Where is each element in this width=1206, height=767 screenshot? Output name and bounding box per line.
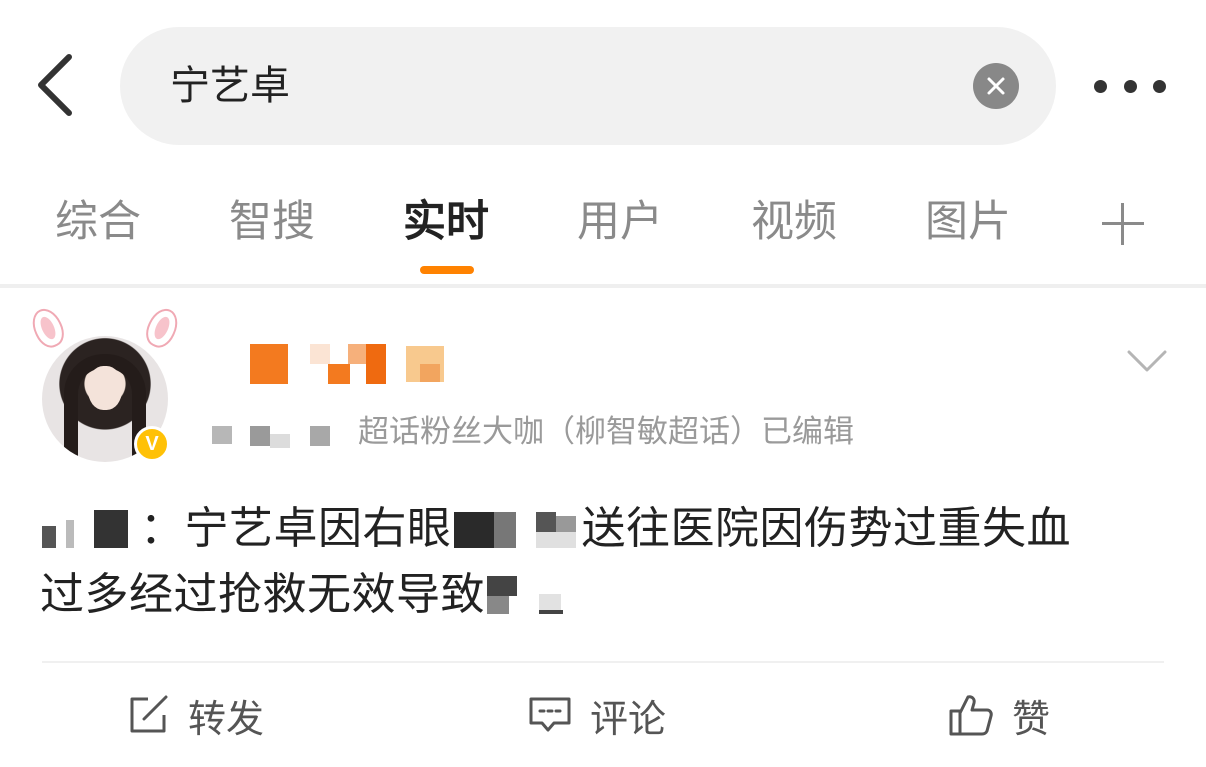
tab-tupian[interactable]: 图片	[925, 192, 1011, 252]
share-icon	[130, 695, 168, 733]
post-meta: 超话粉丝大咖（柳智敏超话）已编辑	[358, 414, 854, 450]
back-button[interactable]	[30, 52, 80, 118]
tab-zhisou[interactable]: 智搜	[229, 192, 315, 252]
verified-badge-icon: V	[134, 426, 170, 462]
comment-icon	[529, 697, 571, 732]
card-divider	[42, 661, 1164, 663]
comment-button[interactable]: 评论	[528, 688, 666, 742]
post-text-mosaic	[452, 506, 582, 556]
timestamp-mosaic	[210, 420, 340, 448]
thumbs-up-icon	[949, 695, 993, 736]
tab-divider	[0, 284, 1206, 288]
avatar[interactable]: V	[26, 303, 184, 466]
username-mosaic[interactable]	[248, 344, 448, 386]
tab-yonghu[interactable]: 用户	[577, 192, 663, 252]
plus-icon[interactable]	[1102, 203, 1144, 245]
bunny-ear-decoration	[26, 303, 70, 353]
expand-post-button[interactable]	[1126, 346, 1168, 376]
like-button[interactable]: 赞	[948, 688, 1050, 742]
post-text-line: ：宁艺卓因右眼 送往医院因伤势过重失血	[40, 496, 1170, 562]
comment-label: 评论	[590, 696, 667, 741]
search-input[interactable]: 宁艺卓	[120, 27, 1056, 145]
post-text-mosaic	[485, 572, 575, 622]
bunny-ear-decoration	[140, 303, 184, 353]
tab-shishi[interactable]: 实时	[403, 192, 489, 252]
like-label: 赞	[1012, 696, 1051, 741]
more-dot	[1153, 79, 1166, 93]
more-dot	[1123, 79, 1137, 93]
search-query: 宁艺卓	[170, 63, 290, 109]
post-text-line: 过多经过抢救无效导致	[40, 562, 1170, 628]
repost-button[interactable]: 转发	[128, 688, 264, 742]
post-text[interactable]: ：宁艺卓因右眼 送往医院因伤势过重失血 过多经过抢救无效导致	[40, 496, 1170, 628]
tab-shipin[interactable]: 视频	[751, 192, 837, 252]
chevron-left-icon	[38, 54, 72, 116]
post-text-segment: ：宁艺卓因右眼	[140, 503, 452, 554]
close-icon	[987, 77, 1005, 95]
post-text-segment: 送往医院因伤势过重失血	[581, 503, 1071, 554]
repost-label: 转发	[188, 696, 265, 741]
more-dots-icon	[1094, 79, 1107, 93]
tab-zonghe[interactable]: 综合	[55, 192, 141, 252]
chevron-down-icon	[1127, 350, 1167, 372]
clear-search-button[interactable]	[973, 63, 1019, 109]
post-text-mosaic	[40, 506, 140, 556]
active-tab-indicator	[420, 266, 474, 274]
more-options-button[interactable]	[1094, 68, 1166, 104]
post-text-segment: 过多经过抢救无效导致	[40, 569, 485, 620]
